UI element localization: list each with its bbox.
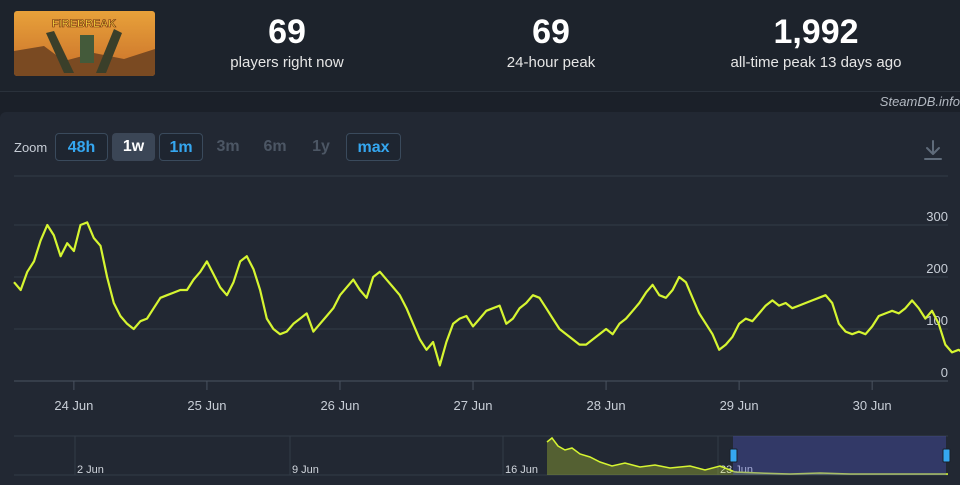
navigator-handle-left <box>729 448 738 463</box>
x-tick-label: 28 Jun <box>587 398 626 413</box>
navigator-label: 16 Jun <box>505 464 538 476</box>
x-tick-label: 24 Jun <box>54 398 93 413</box>
x-tick-label: 25 Jun <box>187 398 226 413</box>
navigator-label: 9 Jun <box>292 464 319 476</box>
y-axis-ticks: 0100200300 <box>926 209 948 380</box>
x-tick-label: 29 Jun <box>720 398 759 413</box>
grid-lines <box>14 175 948 382</box>
navigator-handle-right <box>942 448 951 463</box>
series-line <box>13 221 960 367</box>
y-tick-label: 200 <box>926 261 948 276</box>
navigator: 2 Jun9 Jun16 Jun23 Jun <box>14 435 951 476</box>
navigator-label: 2 Jun <box>77 464 104 476</box>
x-axis-ticks: 24 Jun 25 Jun 26 Jun 27 Jun 28 Jun 29 Jun 30 J… <box>54 381 892 413</box>
x-tick-label: 30 Jun <box>853 398 892 413</box>
player-count-chart[interactable]: 0100200300 24 Jun 25 Jun 26 Jun 27 Jun 28 Ju… <box>0 0 960 485</box>
y-tick-label: 300 <box>926 209 948 224</box>
navigator-selection <box>733 436 946 475</box>
y-tick-label: 0 <box>941 365 948 380</box>
x-tick-label: 27 Jun <box>453 398 492 413</box>
x-tick-label: 26 Jun <box>320 398 359 413</box>
